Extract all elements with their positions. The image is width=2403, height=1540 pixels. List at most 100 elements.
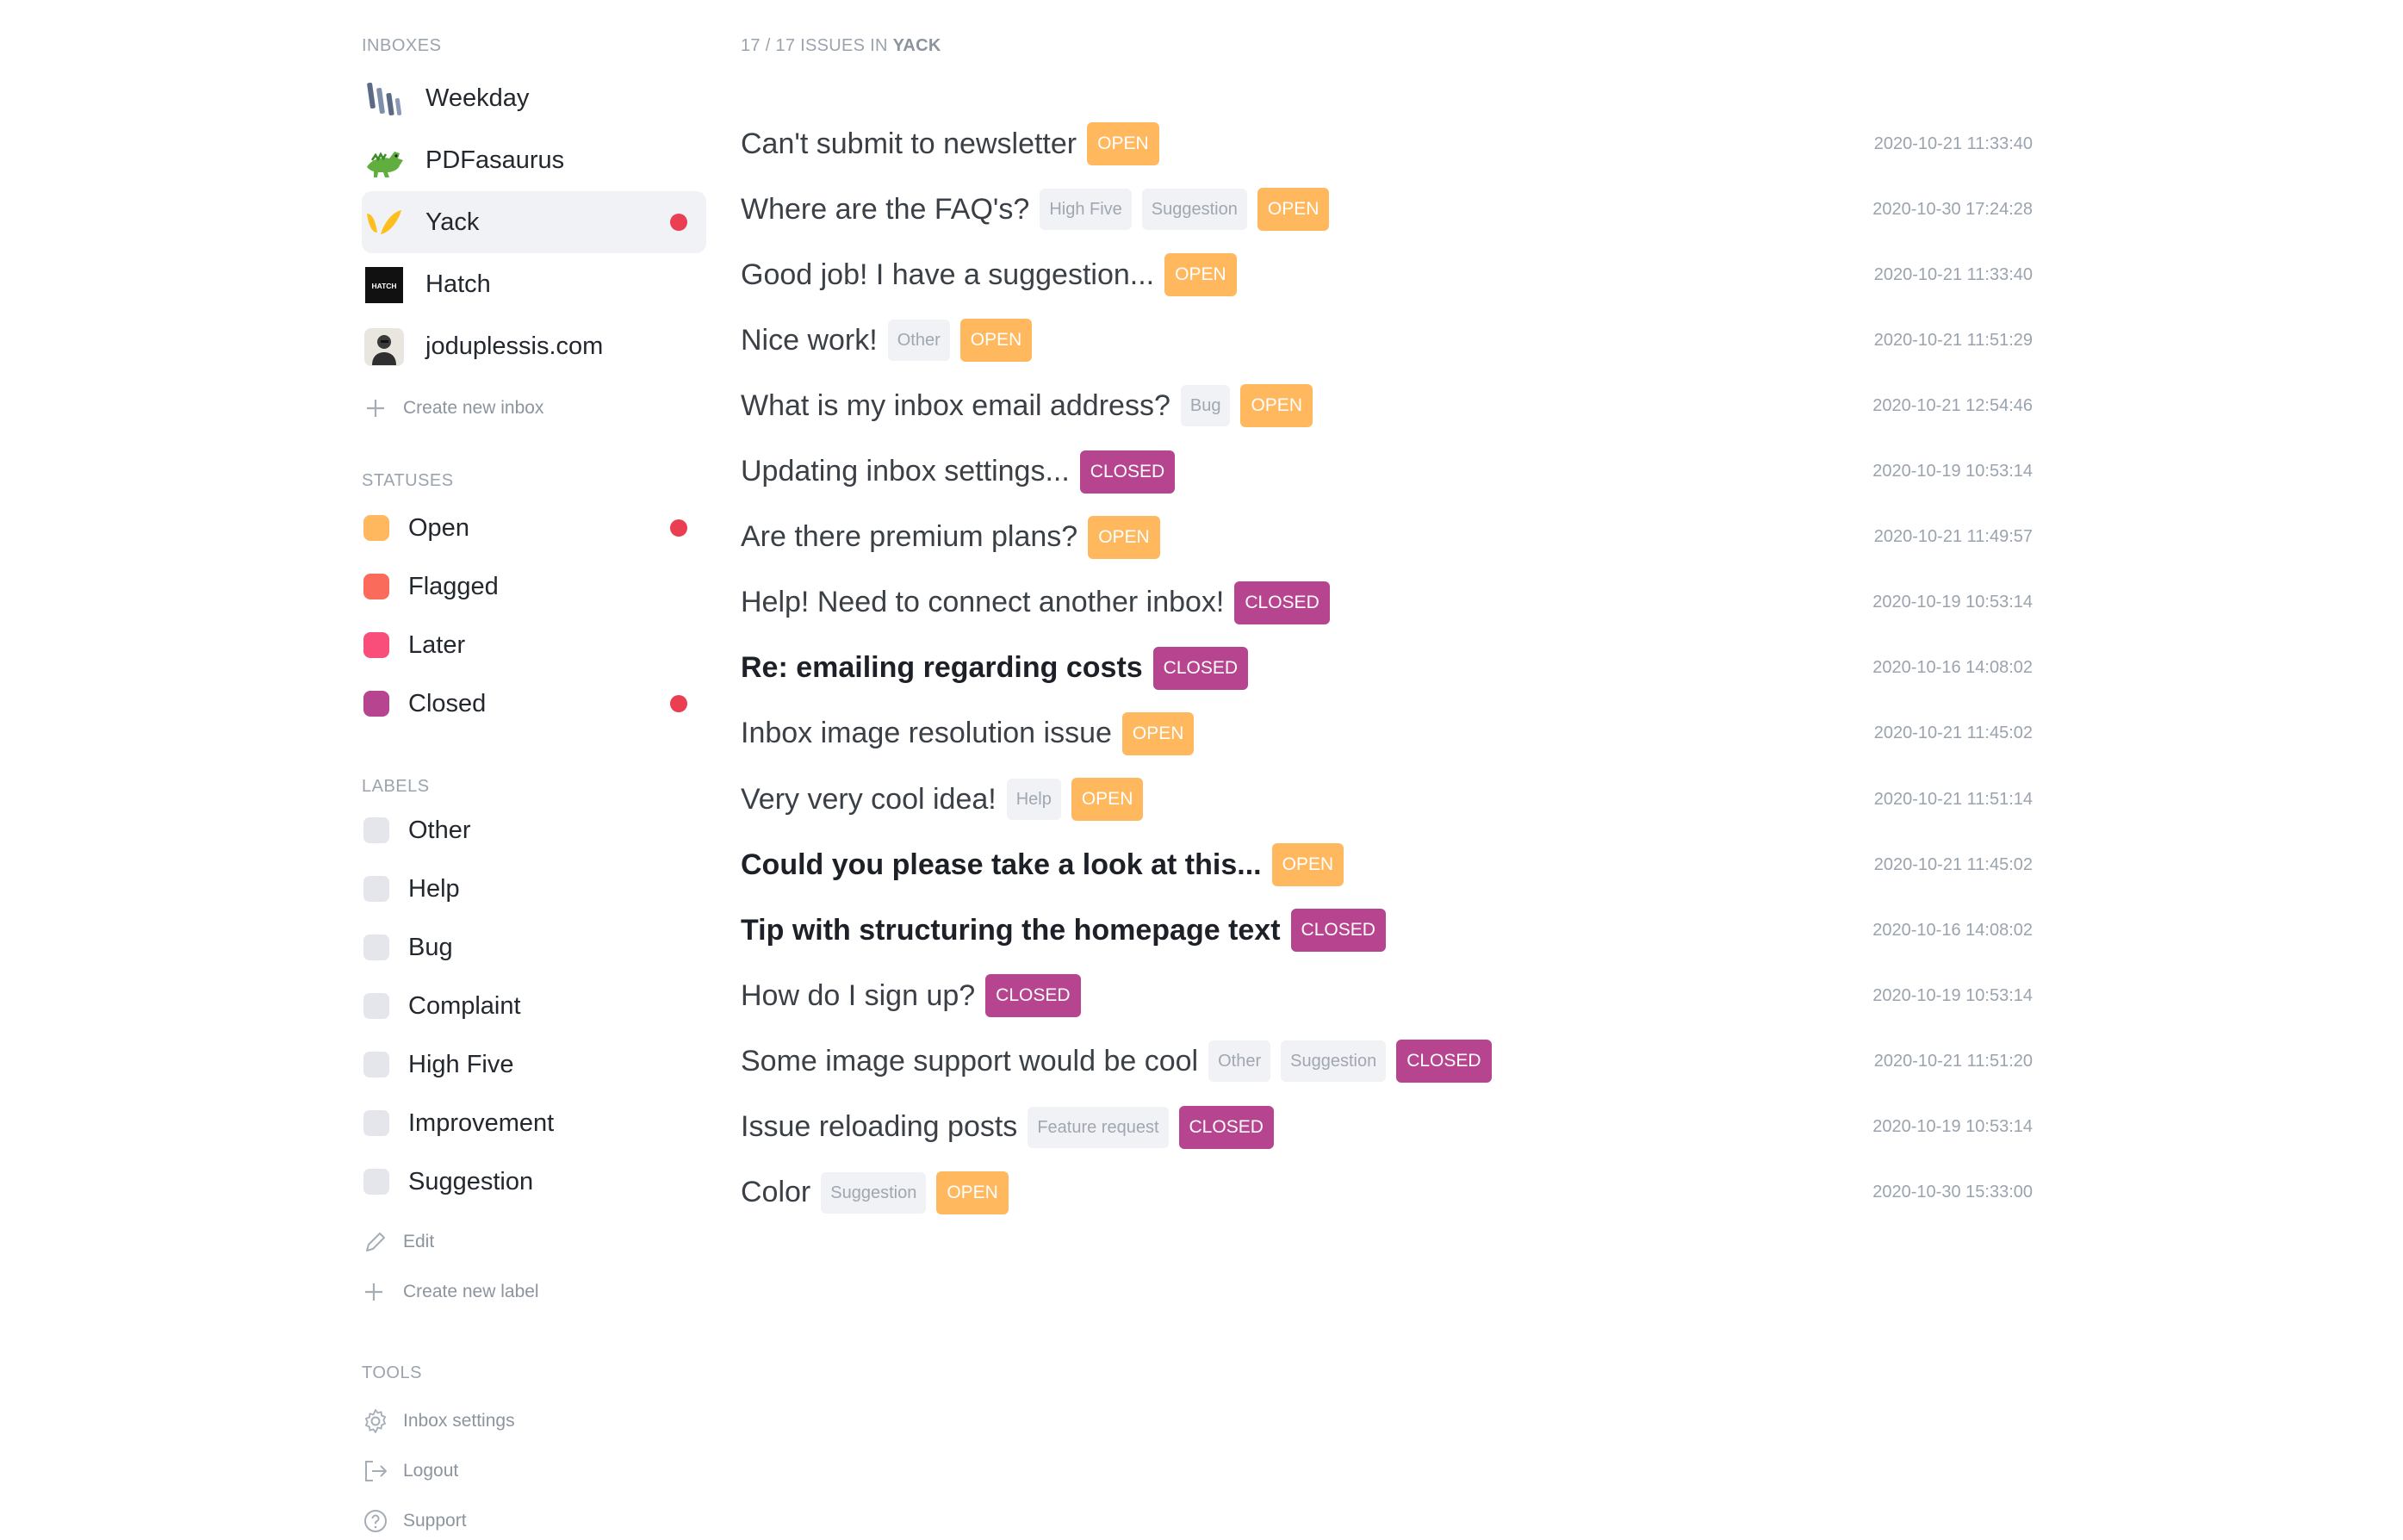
status-label: Open <box>408 513 469 542</box>
label-item-bug[interactable]: Bug <box>362 923 706 972</box>
issue-row[interactable]: Can't submit to newsletter OPEN 2020-10-21… <box>741 116 2033 171</box>
issue-row-content: Help! Need to connect another inbox! CLOS… <box>741 575 1330 630</box>
issue-row-content: Tip with structuring the homepage text CL… <box>741 903 1386 958</box>
inbox-item-pdfasaurus[interactable]: PDFasaurus <box>362 129 706 191</box>
issue-title[interactable]: Could you please take a look at this... <box>741 848 1262 882</box>
issue-title[interactable]: What is my inbox email address? <box>741 389 1170 423</box>
issue-title[interactable]: Tip with structuring the homepage text <box>741 914 1281 947</box>
label-checkbox[interactable] <box>363 817 389 843</box>
label-checkbox[interactable] <box>363 1052 389 1077</box>
label-name: High Five <box>408 1050 514 1078</box>
logout-button[interactable]: Logout <box>362 1452 620 1490</box>
inbox-item-yack[interactable]: Yack <box>362 191 706 253</box>
status-item-flagged[interactable]: Flagged <box>362 562 706 611</box>
label-checkbox[interactable] <box>363 876 389 902</box>
status-badge: CLOSED <box>985 974 1081 1018</box>
issue-row-content: Some image support would be cool Other Sug… <box>741 1034 1492 1089</box>
issue-title[interactable]: Where are the FAQ's? <box>741 193 1029 227</box>
inbox-item-weekday[interactable]: Weekday <box>362 67 706 129</box>
label-item-complaint[interactable]: Complaint <box>362 982 706 1030</box>
status-badge: CLOSED <box>1290 909 1386 953</box>
support-button[interactable]: Support <box>362 1502 620 1540</box>
issue-row[interactable]: Issue reloading posts Feature request CLOS… <box>741 1100 2033 1155</box>
inbox-item-hatch[interactable]: HATCH Hatch <box>362 253 706 315</box>
label-checkbox[interactable] <box>363 1169 389 1195</box>
issue-row-content: Issue reloading posts Feature request CLOS… <box>741 1100 1274 1155</box>
status-badge: CLOSED <box>1396 1040 1492 1084</box>
issue-row[interactable]: Where are the FAQ's? High Five Suggestion O… <box>741 182 2033 237</box>
status-item-closed[interactable]: Closed <box>362 680 706 728</box>
label-name: Suggestion <box>408 1167 534 1195</box>
status-badge: OPEN <box>1071 778 1144 821</box>
tools-heading: TOOLS <box>362 1363 422 1382</box>
issue-title[interactable]: Very very cool idea! <box>741 783 997 817</box>
inbox-label: joduplessis.com <box>425 332 604 360</box>
issue-count-prefix: 17 / 17 ISSUES IN <box>741 36 888 55</box>
issue-row[interactable]: Good job! I have a suggestion... OPEN 2020… <box>741 247 2033 302</box>
issue-row[interactable]: Some image support would be cool Other Sug… <box>741 1034 2033 1089</box>
issue-timestamp: 2020-10-19 10:53:14 <box>1872 593 2033 612</box>
issue-title[interactable]: How do I sign up? <box>741 979 975 1013</box>
hatch-logo-icon: HATCH <box>363 265 405 305</box>
issue-row[interactable]: Could you please take a look at this... O… <box>741 837 2033 892</box>
create-inbox-label: Create new inbox <box>403 398 544 418</box>
issue-timestamp: 2020-10-30 15:33:00 <box>1872 1183 2033 1202</box>
issue-row[interactable]: What is my inbox email address? Bug OPEN 20… <box>741 378 2033 433</box>
issue-timestamp: 2020-10-21 11:49:57 <box>1873 527 2033 547</box>
issue-title[interactable]: Can't submit to newsletter <box>741 127 1077 161</box>
label-item-other[interactable]: Other <box>362 806 706 854</box>
create-inbox-button[interactable]: Create new inbox <box>362 389 620 427</box>
status-badge: OPEN <box>1088 515 1160 559</box>
label-checkbox[interactable] <box>363 993 389 1019</box>
label-checkbox[interactable] <box>363 1110 389 1136</box>
issue-row[interactable]: Nice work! Other OPEN 2020-10-21 11:51:29 <box>741 313 2033 368</box>
issue-row-content: Where are the FAQ's? High Five Suggestion O… <box>741 182 1330 237</box>
label-checkbox[interactable] <box>363 935 389 960</box>
edit-labels-button[interactable]: Edit <box>362 1223 620 1261</box>
status-label: Later <box>408 630 466 659</box>
status-badge: OPEN <box>1121 711 1195 755</box>
inbox-settings-button[interactable]: Inbox settings <box>362 1402 620 1440</box>
issue-row-content: Are there premium plans? OPEN <box>741 510 1160 565</box>
issue-row[interactable]: Updating inbox settings... CLOSED 2020-10-… <box>741 444 2033 500</box>
create-label-button[interactable]: Create new label <box>362 1273 620 1311</box>
issue-row[interactable]: Inbox image resolution issue OPEN 2020-10-… <box>741 706 2033 761</box>
issue-row-content: Can't submit to newsletter OPEN <box>741 116 1159 171</box>
issue-row[interactable]: Re: emailing regarding costs CLOSED 2020-1… <box>741 641 2033 696</box>
issue-title[interactable]: Good job! I have a suggestion... <box>741 258 1154 292</box>
label-name: Bug <box>408 933 453 961</box>
issue-row[interactable]: Very very cool idea! Help OPEN 2020-10-21 1… <box>741 772 2033 827</box>
unread-dot <box>670 519 687 537</box>
sidebar: INBOXES Weekday PDFasaurus Yack HATCH Hatch j… <box>362 0 706 1532</box>
issue-timestamp: 2020-10-19 10:53:14 <box>1872 985 2033 1005</box>
issue-timestamp: 2020-10-21 11:51:14 <box>1873 789 2033 809</box>
issue-title[interactable]: Issue reloading posts <box>741 1110 1017 1144</box>
inbox-item-joduplessis-com[interactable]: joduplessis.com <box>362 315 706 377</box>
issue-label-tag: Other <box>1208 1040 1271 1083</box>
issue-title[interactable]: Are there premium plans? <box>741 520 1077 554</box>
status-item-later[interactable]: Later <box>362 621 706 669</box>
issue-label-tag: Suggestion <box>1281 1040 1387 1083</box>
issue-row[interactable]: Help! Need to connect another inbox! CLOS… <box>741 575 2033 630</box>
issue-title[interactable]: Color <box>741 1176 810 1209</box>
issue-row-content: Nice work! Other OPEN <box>741 313 1033 368</box>
issue-row[interactable]: Are there premium plans? OPEN 2020-10-21 1… <box>741 510 2033 565</box>
issue-row[interactable]: How do I sign up? CLOSED 2020-10-19 10:53:… <box>741 968 2033 1023</box>
issue-title[interactable]: Updating inbox settings... <box>741 455 1070 488</box>
support-label: Support <box>403 1511 467 1531</box>
issue-title[interactable]: Re: emailing regarding costs <box>741 651 1143 685</box>
issue-row[interactable]: Color Suggestion OPEN 2020-10-30 15:33:00 <box>741 1165 2033 1220</box>
issue-title[interactable]: Inbox image resolution issue <box>741 717 1112 750</box>
issue-row[interactable]: Tip with structuring the homepage text CL… <box>741 903 2033 958</box>
label-item-help[interactable]: Help <box>362 865 706 913</box>
labels-heading: LABELS <box>362 777 430 796</box>
edit-labels-label: Edit <box>403 1232 435 1251</box>
issue-title[interactable]: Some image support would be cool <box>741 1045 1198 1078</box>
status-item-open[interactable]: Open <box>362 504 706 552</box>
label-item-suggestion[interactable]: Suggestion <box>362 1158 706 1206</box>
issue-timestamp: 2020-10-21 11:51:20 <box>1873 1051 2033 1071</box>
label-item-high-five[interactable]: High Five <box>362 1040 706 1089</box>
issue-title[interactable]: Nice work! <box>741 324 878 357</box>
label-item-improvement[interactable]: Improvement <box>362 1099 706 1147</box>
issue-title[interactable]: Help! Need to connect another inbox! <box>741 586 1224 619</box>
